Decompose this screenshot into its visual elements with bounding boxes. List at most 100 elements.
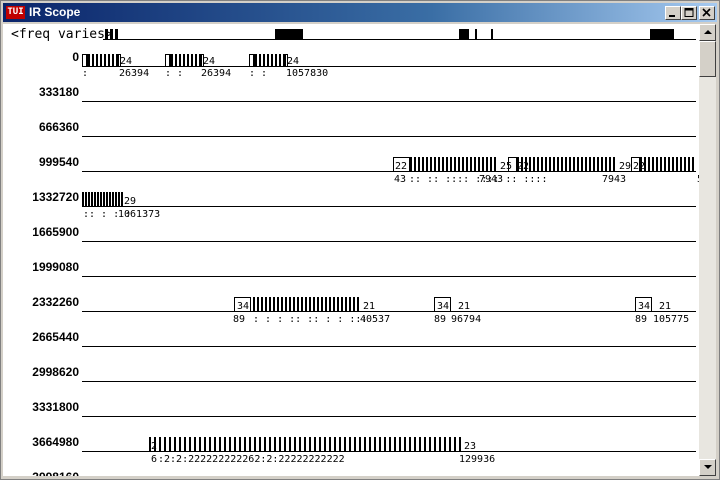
pulse-bar <box>581 157 583 171</box>
pulse-bar <box>446 157 448 171</box>
pulse-bar <box>379 437 381 451</box>
pulse-bar <box>100 192 102 206</box>
maximize-button[interactable] <box>681 6 697 20</box>
row-annotation: 7943 <box>602 174 626 185</box>
pulse-bar <box>279 54 281 66</box>
row-offset-label: 1999080 <box>32 260 79 274</box>
pulse-bar <box>438 157 440 171</box>
pulse-bar <box>234 437 236 451</box>
pulse-bar <box>384 437 386 451</box>
pulse-bar <box>459 437 461 451</box>
row-annotation: 22 <box>633 161 645 172</box>
row-offset-label: 333180 <box>38 85 79 99</box>
pulse-bar <box>112 54 114 66</box>
row-annotation: 89 <box>635 314 647 325</box>
row-annotation: : : <box>249 68 267 79</box>
pulse-bar <box>474 157 476 171</box>
pulse-bar <box>609 157 611 171</box>
pulse-bar <box>314 437 316 451</box>
pulse-bar <box>549 157 551 171</box>
pulse-bar <box>684 157 686 171</box>
overview-segment <box>459 29 469 40</box>
overview-segment <box>115 29 118 40</box>
pulse-bar <box>259 54 261 66</box>
pulse-bar <box>601 157 603 171</box>
row-annotation: 34 <box>638 301 650 312</box>
pulse-bar <box>424 437 426 451</box>
pulse-bar <box>444 437 446 451</box>
pulse-bar <box>569 157 571 171</box>
row-annotation: 26394 <box>119 68 149 79</box>
pulse-bar <box>279 437 281 451</box>
pulse-bar <box>115 192 117 206</box>
pulse-bar <box>277 297 279 311</box>
scope-canvas[interactable]: <freq varies> 24 26394 24 26394 24 1057830:: … <box>3 24 699 476</box>
pulse-bar <box>419 437 421 451</box>
pulse-bar <box>334 437 336 451</box>
vertical-scrollbar[interactable] <box>699 24 716 476</box>
row-offset-label: 2665440 <box>32 330 79 344</box>
pulse-bar <box>541 157 543 171</box>
row-annotation: 89 <box>233 314 245 325</box>
pulse-bar <box>164 437 166 451</box>
row-annotation: 21 <box>659 301 671 312</box>
row-annotation: 6 <box>151 454 157 465</box>
pulse-bar <box>478 157 480 171</box>
pulse-bar <box>285 297 287 311</box>
pulse-bar <box>317 297 319 311</box>
pulse-bar <box>676 157 678 171</box>
title-bar[interactable]: TUI IR Scope <box>3 3 717 22</box>
pulse-bar <box>389 437 391 451</box>
pulse-bar <box>85 192 87 206</box>
pulse-bar <box>399 437 401 451</box>
pulse-bar <box>184 437 186 451</box>
pulse-bar <box>289 297 291 311</box>
pulse-bar <box>254 437 256 451</box>
pulse-bar <box>344 437 346 451</box>
pulse-bar <box>333 297 335 311</box>
minimize-button[interactable] <box>665 6 681 20</box>
row-annotation: 34 <box>437 301 449 312</box>
pulse-bar <box>97 192 99 206</box>
pulse-bar <box>533 157 535 171</box>
row-annotation: : : : :: :: : : ::: <box>253 314 367 325</box>
row-annotation: 129936 <box>459 454 495 465</box>
pulse-bar <box>92 54 94 66</box>
row-annotation: 24 <box>120 56 132 67</box>
pulse-bar <box>189 437 191 451</box>
pulse-bar <box>593 157 595 171</box>
row-annotation: 21 <box>458 301 470 312</box>
scroll-down-button[interactable] <box>699 459 716 476</box>
pulse-bar <box>249 437 251 451</box>
pulse-bar <box>219 437 221 451</box>
pulse-bar <box>273 297 275 311</box>
pulse-bar <box>454 157 456 171</box>
scroll-thumb[interactable] <box>699 41 716 77</box>
pulse-bar <box>183 54 185 66</box>
pulse-bar <box>589 157 591 171</box>
row-annotation: :2:2:222222222262:2:22222222222 <box>158 454 345 465</box>
row-annotation: 22 <box>395 161 407 172</box>
pulse-bar <box>269 437 271 451</box>
pulse-bar <box>418 157 420 171</box>
pulse-bar <box>430 157 432 171</box>
row-offset-label: 1665900 <box>32 225 79 239</box>
pulse-bar <box>121 192 123 206</box>
pulse-bar <box>434 437 436 451</box>
pulse-bar <box>304 437 306 451</box>
pulse-bar <box>450 157 452 171</box>
scroll-up-button[interactable] <box>699 24 716 41</box>
pulse-bar <box>426 157 428 171</box>
pulse-bar <box>470 157 472 171</box>
pulse-bar <box>91 192 93 206</box>
pulse-bar <box>224 437 226 451</box>
arrow-up-icon <box>704 30 712 34</box>
pulse-bar <box>439 437 441 451</box>
pulse-bar <box>88 192 90 206</box>
burst-frame <box>249 54 254 67</box>
row-annotation: 105775 <box>653 314 689 325</box>
pulse-bar <box>329 437 331 451</box>
close-button[interactable] <box>699 6 715 20</box>
pulse-bar <box>597 157 599 171</box>
pulse-bar <box>109 192 111 206</box>
